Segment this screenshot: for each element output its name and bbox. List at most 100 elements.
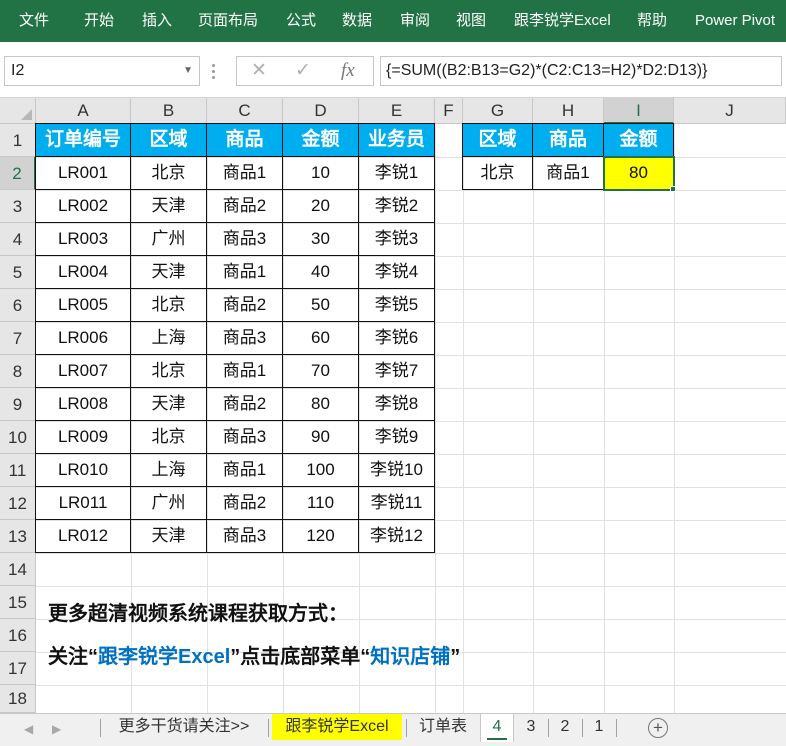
order-table-cell[interactable]: 李锐7 xyxy=(358,354,435,388)
column-header-i[interactable]: I xyxy=(604,98,674,124)
column-header-h[interactable]: H xyxy=(533,98,604,124)
row-header-18[interactable]: 18 xyxy=(0,685,36,713)
column-header-d[interactable]: D xyxy=(283,98,359,124)
order-table-cell[interactable]: 30 xyxy=(282,222,359,256)
order-table-cell[interactable]: LR007 xyxy=(35,354,131,388)
row-header-16[interactable]: 16 xyxy=(0,619,36,652)
row-header-15[interactable]: 15 xyxy=(0,586,36,619)
sheet-tab-orders[interactable]: 订单表 xyxy=(410,714,476,740)
tab-review[interactable]: 审阅 xyxy=(400,0,430,42)
order-table-cell[interactable]: LR005 xyxy=(35,288,131,322)
order-table-cell[interactable]: 70 xyxy=(282,354,359,388)
order-table-cell[interactable]: 商品1 xyxy=(206,354,283,388)
order-table-cell[interactable]: 李锐6 xyxy=(358,321,435,355)
column-header-g[interactable]: G xyxy=(463,98,533,124)
name-box[interactable]: I2 ▼ xyxy=(4,56,200,86)
order-table-cell[interactable]: LR002 xyxy=(35,189,131,223)
row-header-2[interactable]: 2 xyxy=(0,157,36,190)
order-table-cell[interactable]: 商品2 xyxy=(206,288,283,322)
lookup-table-header[interactable]: 金额 xyxy=(603,123,674,157)
order-table-cell[interactable]: 天津 xyxy=(130,255,207,289)
order-table-header[interactable]: 订单编号 xyxy=(35,123,131,157)
order-table-cell[interactable]: LR001 xyxy=(35,156,131,190)
order-table-cell[interactable]: LR008 xyxy=(35,387,131,421)
order-table-cell[interactable]: LR011 xyxy=(35,486,131,520)
drag-handle-icon[interactable] xyxy=(212,64,216,80)
column-header-b[interactable]: B xyxy=(131,98,207,124)
tab-insert[interactable]: 插入 xyxy=(142,0,172,42)
order-table-cell[interactable]: 20 xyxy=(282,189,359,223)
order-table-header[interactable]: 区域 xyxy=(130,123,207,157)
row-header-14[interactable]: 14 xyxy=(0,553,36,586)
column-header-f[interactable]: F xyxy=(435,98,463,124)
order-table-cell[interactable]: 100 xyxy=(282,453,359,487)
row-header-10[interactable]: 10 xyxy=(0,421,36,454)
order-table-cell[interactable]: 李锐5 xyxy=(358,288,435,322)
order-table-cell[interactable]: 商品2 xyxy=(206,486,283,520)
function-icon[interactable]: fx xyxy=(341,57,355,85)
tab-follow-excel[interactable]: 跟李锐学Excel xyxy=(514,0,611,42)
order-table-cell[interactable]: 李锐2 xyxy=(358,189,435,223)
tab-home[interactable]: 开始 xyxy=(84,0,114,42)
order-table-cell[interactable]: LR004 xyxy=(35,255,131,289)
order-table-cell[interactable]: LR003 xyxy=(35,222,131,256)
chevron-down-icon[interactable]: ▼ xyxy=(183,57,193,85)
next-sheet-icon[interactable]: ▶ xyxy=(52,714,61,744)
order-table-cell[interactable]: 120 xyxy=(282,519,359,553)
lookup-table-cell[interactable]: 北京 xyxy=(462,156,533,190)
order-table-cell[interactable]: 50 xyxy=(282,288,359,322)
order-table-cell[interactable]: 10 xyxy=(282,156,359,190)
order-table-cell[interactable]: 商品2 xyxy=(206,189,283,223)
add-sheet-icon[interactable]: + xyxy=(648,718,668,738)
row-header-4[interactable]: 4 xyxy=(0,223,36,256)
order-table-cell[interactable]: 天津 xyxy=(130,189,207,223)
order-table-cell[interactable]: 天津 xyxy=(130,387,207,421)
row-header-9[interactable]: 9 xyxy=(0,388,36,421)
sheet-tab-2[interactable]: 2 xyxy=(552,714,578,740)
enter-icon[interactable]: ✓ xyxy=(295,57,311,85)
sheet-tab-1[interactable]: 1 xyxy=(586,714,612,740)
order-table-cell[interactable]: 商品3 xyxy=(206,222,283,256)
row-header-3[interactable]: 3 xyxy=(0,190,36,223)
order-table-cell[interactable]: 90 xyxy=(282,420,359,454)
result-cell[interactable]: 80 xyxy=(603,156,674,190)
order-table-cell[interactable]: LR006 xyxy=(35,321,131,355)
order-table-cell[interactable]: 上海 xyxy=(130,453,207,487)
tab-page-layout[interactable]: 页面布局 xyxy=(198,0,258,42)
column-header-j[interactable]: J xyxy=(674,98,786,124)
column-header-a[interactable]: A xyxy=(36,98,131,124)
order-table-cell[interactable]: 李锐1 xyxy=(358,156,435,190)
order-table-cell[interactable]: 李锐12 xyxy=(358,519,435,553)
tab-view[interactable]: 视图 xyxy=(456,0,486,42)
cancel-icon[interactable]: ✕ xyxy=(251,57,267,85)
order-table-cell[interactable]: 广州 xyxy=(130,486,207,520)
row-header-1[interactable]: 1 xyxy=(0,124,36,157)
order-table-cell[interactable]: 110 xyxy=(282,486,359,520)
formula-input[interactable]: {=SUM((B2:B13=G2)*(C2:C13=H2)*D2:D13)} xyxy=(380,56,782,86)
order-table-header[interactable]: 商品 xyxy=(206,123,283,157)
row-header-6[interactable]: 6 xyxy=(0,289,36,322)
order-table-cell[interactable]: 商品1 xyxy=(206,453,283,487)
sheet-tab-3[interactable]: 3 xyxy=(518,714,544,740)
row-header-7[interactable]: 7 xyxy=(0,322,36,355)
sheet-tab-4[interactable]: 4 xyxy=(480,714,514,742)
order-table-cell[interactable]: 商品2 xyxy=(206,387,283,421)
order-table-cell[interactable]: 李锐8 xyxy=(358,387,435,421)
order-table-cell[interactable]: 北京 xyxy=(130,156,207,190)
order-table-cell[interactable]: 商品3 xyxy=(206,519,283,553)
column-header-c[interactable]: C xyxy=(207,98,283,124)
tab-help[interactable]: 帮助 xyxy=(637,0,667,42)
order-table-cell[interactable]: 李锐10 xyxy=(358,453,435,487)
row-header-11[interactable]: 11 xyxy=(0,454,36,487)
lookup-table-cell[interactable]: 商品1 xyxy=(532,156,604,190)
column-header-e[interactable]: E xyxy=(359,98,435,124)
order-table-cell[interactable]: 北京 xyxy=(130,420,207,454)
tab-formulas[interactable]: 公式 xyxy=(286,0,316,42)
tab-data[interactable]: 数据 xyxy=(342,0,372,42)
order-table-cell[interactable]: LR010 xyxy=(35,453,131,487)
lookup-table-header[interactable]: 区域 xyxy=(462,123,533,157)
row-header-13[interactable]: 13 xyxy=(0,520,36,553)
order-table-header[interactable]: 金额 xyxy=(282,123,359,157)
select-all-button[interactable] xyxy=(0,98,36,124)
order-table-header[interactable]: 业务员 xyxy=(358,123,435,157)
